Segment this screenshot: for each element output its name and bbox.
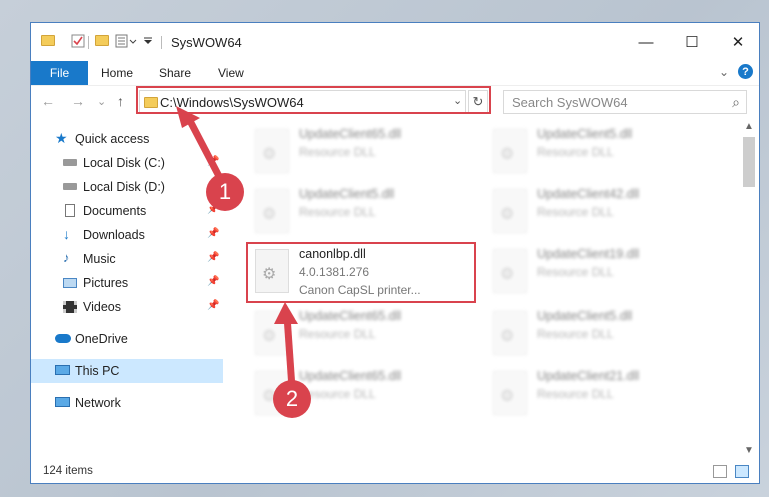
arrow-head-1 [176, 106, 200, 128]
arrow-shaft-1 [184, 115, 226, 184]
step-2-badge: 2 [273, 380, 311, 418]
step-1-badge: 1 [206, 173, 244, 211]
arrow-shaft-2 [283, 315, 296, 389]
arrow-head-2 [274, 302, 298, 324]
annotation-arrows [176, 106, 298, 389]
